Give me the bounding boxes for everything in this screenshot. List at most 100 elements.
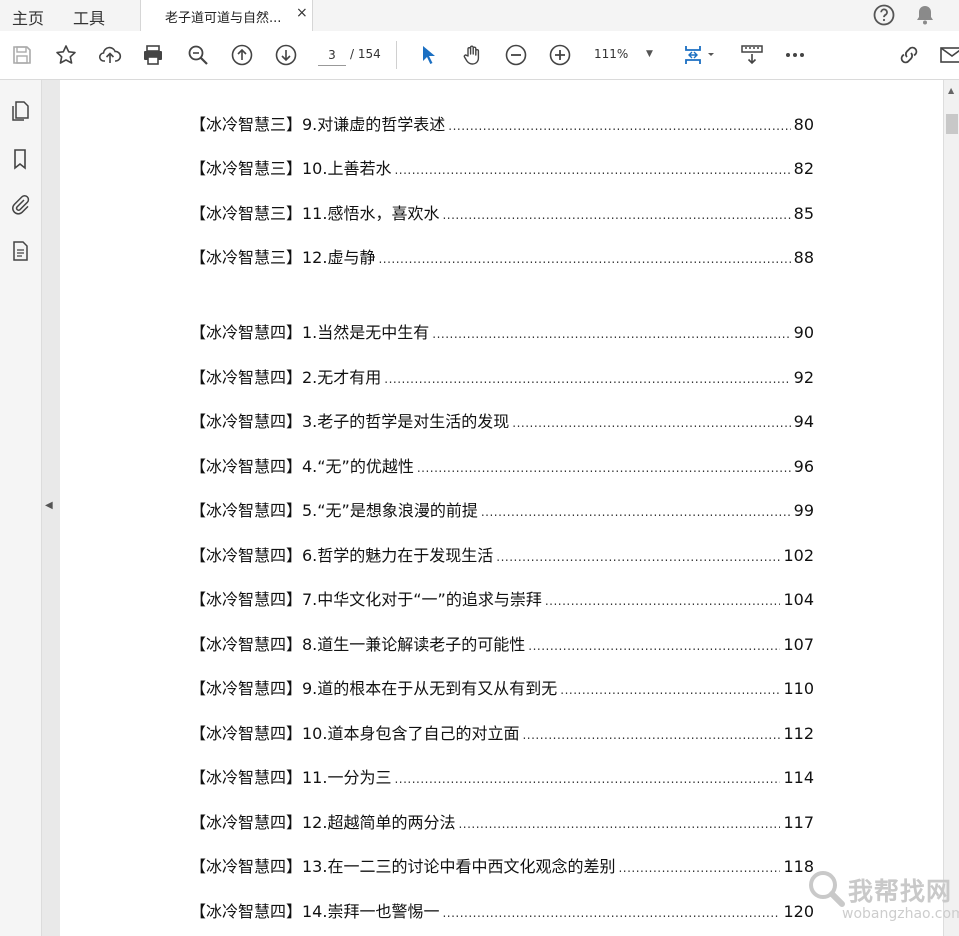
toc-page: 85 xyxy=(793,204,814,223)
toc-leader xyxy=(432,327,790,341)
toc-title: 【冰冷智慧三】9.对谦虚的哲学表述 xyxy=(190,115,446,134)
toc-page: 104 xyxy=(783,590,814,609)
toc-entry[interactable]: 【冰冷智慧四】7.中华文化对于“一”的追求与崇拜 104 xyxy=(190,586,814,612)
close-icon[interactable]: × xyxy=(296,5,308,21)
toc-entry[interactable]: 【冰冷智慧四】2.无才有用 92 xyxy=(190,364,814,390)
toc-page: 114 xyxy=(783,768,814,787)
panel-gutter: ◀ xyxy=(42,80,60,936)
printer-icon[interactable] xyxy=(141,43,165,67)
toc-page: 102 xyxy=(783,546,814,565)
watermark-text: 我帮找网 xyxy=(848,877,953,906)
toc-entry[interactable]: 【冰冷智慧四】12.超越简单的两分法 117 xyxy=(190,809,814,835)
toc-entry[interactable]: 【冰冷智慧四】8.道生一兼论解读老子的可能性 107 xyxy=(190,631,814,657)
toc-entry[interactable]: 【冰冷智慧三】12.虚与静 88 xyxy=(190,244,814,270)
toc-page: 99 xyxy=(793,501,814,520)
toc-title: 【冰冷智慧四】13.在一二三的讨论中看中西文化观念的差别 xyxy=(190,857,616,876)
toc-title: 【冰冷智慧四】9.道的根本在于从无到有又从有到无 xyxy=(190,679,558,698)
cloud-upload-icon[interactable] xyxy=(98,43,122,67)
toc-leader xyxy=(496,550,780,564)
toc-title: 【冰冷智慧四】6.哲学的魅力在于发现生活 xyxy=(190,546,494,565)
tab-document[interactable]: 老子道可道与自然... × xyxy=(140,0,313,32)
toc-title: 【冰冷智慧四】12.超越简单的两分法 xyxy=(190,813,456,832)
link-icon[interactable] xyxy=(897,43,921,67)
toc-entry[interactable]: 【冰冷智慧三】11.感悟水，喜欢水 85 xyxy=(190,200,814,226)
toc-leader xyxy=(528,639,780,653)
tab-document-label: 老子道可道与自然... xyxy=(165,11,282,26)
toc-title: 【冰冷智慧四】7.中华文化对于“一”的追求与崇拜 xyxy=(190,590,542,609)
toc-title: 【冰冷智慧四】4.“无”的优越性 xyxy=(190,457,414,476)
toc-title: 【冰冷智慧四】8.道生一兼论解读老子的可能性 xyxy=(190,635,526,654)
magnifier-logo-icon xyxy=(809,871,845,907)
toc-leader xyxy=(618,861,780,875)
toc-leader xyxy=(394,772,780,786)
more-icon[interactable] xyxy=(783,43,807,67)
email-icon[interactable] xyxy=(939,43,959,67)
cursor-icon[interactable] xyxy=(417,43,441,67)
document-properties-icon[interactable] xyxy=(9,240,31,262)
toc-leader xyxy=(394,163,790,177)
pages-icon[interactable] xyxy=(9,100,31,122)
watermark: 我帮找网 wobangzhao.com xyxy=(806,866,959,932)
help-icon[interactable] xyxy=(872,3,896,27)
toc-title: 【冰冷智慧四】10.道本身包含了自己的对立面 xyxy=(190,724,520,743)
toc-title: 【冰冷智慧三】12.虚与静 xyxy=(190,248,376,267)
toc-title: 【冰冷智慧四】1.当然是无中生有 xyxy=(190,323,430,342)
toc-entry[interactable]: 【冰冷智慧四】13.在一二三的讨论中看中西文化观念的差别118 xyxy=(190,853,814,879)
toc-leader xyxy=(442,906,780,920)
toc-page: 107 xyxy=(783,635,814,654)
toc-entry[interactable]: 【冰冷智慧四】6.哲学的魅力在于发现生活 102 xyxy=(190,542,814,568)
toc-entry[interactable]: 【冰冷智慧四】4.“无”的优越性 96 xyxy=(190,453,814,479)
fit-page-icon[interactable] xyxy=(683,43,717,67)
toc-leader xyxy=(378,252,790,266)
tab-home[interactable]: 主页 xyxy=(12,5,44,29)
toc-entry[interactable]: 【冰冷智慧四】3.老子的哲学是对生活的发现 94 xyxy=(190,408,814,434)
toc-leader xyxy=(560,683,780,697)
scroll-mode-icon[interactable] xyxy=(740,43,764,67)
tab-tools[interactable]: 工具 xyxy=(73,5,105,29)
toc-entry[interactable]: 【冰冷智慧四】5.“无”是想象浪漫的前提 99 xyxy=(190,497,814,523)
hand-icon[interactable] xyxy=(460,43,484,67)
toc-page: 82 xyxy=(793,159,814,178)
tab-bar: 主页 工具 老子道可道与自然... × xyxy=(0,0,959,32)
toc-page: 88 xyxy=(793,248,814,267)
toc-entry[interactable]: 【冰冷智慧四】9.道的根本在于从无到有又从有到无 110 xyxy=(190,675,814,701)
toc-page: 90 xyxy=(793,323,814,342)
toc-page: 110 xyxy=(783,679,814,698)
toc-title: 【冰冷智慧四】14.崇拜一也警惕一 xyxy=(190,902,440,921)
paperclip-icon[interactable] xyxy=(9,193,31,215)
star-icon[interactable] xyxy=(54,43,78,67)
zoom-magnifier-icon[interactable] xyxy=(186,43,210,67)
toc-entry[interactable]: 【冰冷智慧四】1.当然是无中生有 90 xyxy=(190,319,814,345)
watermark-url: wobangzhao.com xyxy=(842,906,959,922)
scroll-up-icon[interactable]: ▲ xyxy=(948,86,954,95)
zoom-level[interactable]: 111% xyxy=(594,47,628,61)
toc-leader xyxy=(442,208,790,222)
toc-title: 【冰冷智慧三】11.感悟水，喜欢水 xyxy=(190,204,440,223)
toc-entry[interactable]: 【冰冷智慧三】9.对谦虚的哲学表述 80 xyxy=(190,111,814,137)
toc-entry[interactable]: 【冰冷智慧四】14.崇拜一也警惕一120 xyxy=(190,898,814,924)
save-icon[interactable] xyxy=(10,43,34,67)
collapse-panel-icon[interactable]: ◀ xyxy=(45,500,53,511)
plus-circle-icon[interactable] xyxy=(548,43,572,67)
toc-leader xyxy=(384,372,790,386)
toc-title: 【冰冷智慧四】5.“无”是想象浪漫的前提 xyxy=(190,501,478,520)
arrow-up-circle-icon[interactable] xyxy=(230,43,254,67)
toc-page: 112 xyxy=(783,724,814,743)
toc-leader xyxy=(512,416,790,430)
toc-entry[interactable]: 【冰冷智慧四】10.道本身包含了自己的对立面 112 xyxy=(190,720,814,746)
toc-title: 【冰冷智慧四】3.老子的哲学是对生活的发现 xyxy=(190,412,510,431)
scrollbar-thumb[interactable] xyxy=(946,114,958,134)
arrow-down-circle-icon[interactable] xyxy=(274,43,298,67)
toc-entry[interactable]: 【冰冷智慧三】10.上善若水 82 xyxy=(190,155,814,181)
vertical-scrollbar[interactable]: ▲ xyxy=(943,80,959,936)
page-total: / 154 xyxy=(350,47,381,61)
bookmark-icon[interactable] xyxy=(9,148,31,170)
toc-entry[interactable]: 【冰冷智慧四】11.一分为三 114 xyxy=(190,764,814,790)
page-number-input[interactable] xyxy=(318,45,346,66)
minus-circle-icon[interactable] xyxy=(504,43,528,67)
toc-leader xyxy=(448,119,790,133)
toc-page: 92 xyxy=(793,368,814,387)
bell-icon[interactable] xyxy=(913,3,937,27)
toc-leader xyxy=(522,728,780,742)
chevron-down-icon[interactable]: ▼ xyxy=(646,49,653,59)
